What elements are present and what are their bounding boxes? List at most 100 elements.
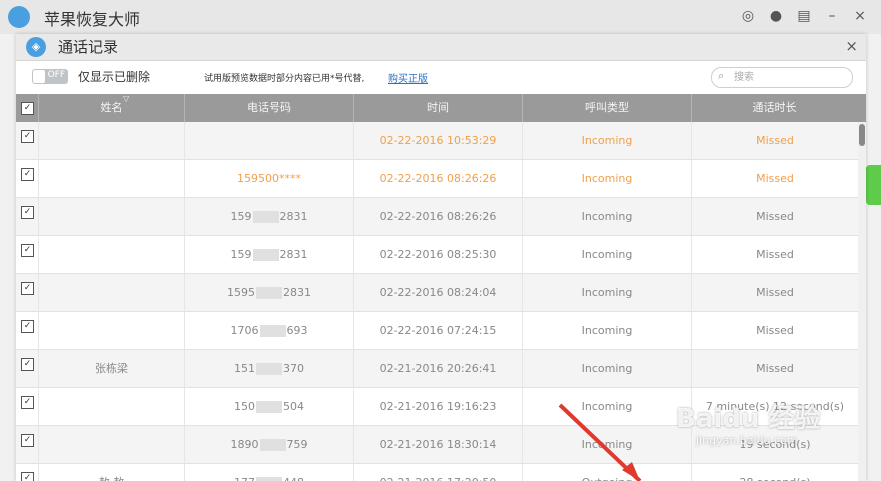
buy-full-version-link[interactable]: 购买正版 bbox=[388, 70, 428, 85]
select-all-cell: ✓ bbox=[16, 94, 39, 122]
contact-name bbox=[39, 426, 185, 464]
row-checkbox-cell: ✓ bbox=[16, 426, 39, 464]
call-time: 02-22-2016 07:24:15 bbox=[354, 312, 523, 350]
row-checkbox[interactable]: ✓ bbox=[21, 320, 34, 333]
trial-notice: 试用版预览数据时部分内容已用*号代替, bbox=[204, 74, 365, 84]
table-row[interactable]: ✓ 159 2831 02-22-2016 08:25:30 Incoming Misse… bbox=[16, 236, 858, 274]
table-row[interactable]: ✓ 02-22-2016 10:53:29 Incoming Missed bbox=[16, 122, 858, 160]
call-type: Incoming bbox=[523, 350, 692, 388]
row-checkbox-cell: ✓ bbox=[16, 274, 39, 312]
table-row[interactable]: ✓ 159500**** 02-22-2016 08:26:26 Incoming Mi… bbox=[16, 160, 858, 198]
toggle-knob bbox=[33, 70, 45, 83]
phone-number bbox=[185, 122, 354, 160]
call-time: 02-21-2016 18:30:14 bbox=[354, 426, 523, 464]
call-type: Incoming bbox=[523, 274, 692, 312]
row-checkbox-cell: ✓ bbox=[16, 198, 39, 236]
phone-prefix: 1706 bbox=[230, 324, 259, 337]
row-checkbox[interactable]: ✓ bbox=[21, 434, 34, 447]
phone-suffix: 2831 bbox=[279, 210, 308, 223]
phone-suffix: 448 bbox=[283, 476, 304, 481]
row-checkbox[interactable]: ✓ bbox=[21, 244, 34, 257]
dialog-title: 通话记录 bbox=[58, 38, 119, 56]
call-type: Outgoing bbox=[523, 464, 692, 481]
column-header-call-type[interactable]: 呼叫类型 bbox=[523, 94, 692, 122]
close-app-icon[interactable]: × bbox=[851, 8, 869, 24]
phone-suffix: 2831 bbox=[283, 286, 311, 299]
watermark-url: jingyan.baidu.com bbox=[696, 434, 798, 447]
phone-prefix: 150 bbox=[234, 400, 255, 413]
dialog-app-icon: ◈ bbox=[26, 37, 46, 57]
row-checkbox[interactable]: ✓ bbox=[21, 206, 34, 219]
call-time: 02-22-2016 08:26:26 bbox=[354, 160, 523, 198]
masked-digits bbox=[252, 249, 279, 261]
baidu-watermark: Baidu 经验 jingyan.baidu.com bbox=[676, 398, 846, 458]
phone-number: 159 2831 bbox=[185, 236, 354, 274]
phone-number: 1595 2831 bbox=[185, 274, 354, 312]
background-panel-left bbox=[0, 34, 16, 481]
window-controls: ◎ ● ▤ – × bbox=[739, 8, 869, 24]
call-type: Incoming bbox=[523, 160, 692, 198]
weibo-icon[interactable]: ◎ bbox=[739, 8, 757, 24]
phone-prefix: 177 bbox=[234, 476, 255, 481]
scrollbar-thumb[interactable] bbox=[859, 124, 865, 146]
call-type: Incoming bbox=[523, 388, 692, 426]
call-time: 02-22-2016 08:25:30 bbox=[354, 236, 523, 274]
search-icon: ⌕ bbox=[718, 69, 725, 82]
phone-suffix: 504 bbox=[283, 400, 304, 413]
table-row[interactable]: ✓ 敖 敖 177 448 02-21-2016 17:20:50Outgoing28 … bbox=[16, 464, 858, 481]
row-checkbox-cell: ✓ bbox=[16, 350, 39, 388]
contact-name bbox=[39, 312, 185, 350]
column-header-phone[interactable]: 电话号码 bbox=[185, 94, 354, 122]
chat-icon[interactable]: ● bbox=[767, 8, 785, 24]
minimize-icon[interactable]: – bbox=[823, 8, 841, 24]
call-duration: Missed bbox=[756, 134, 794, 147]
contact-name bbox=[39, 274, 185, 312]
select-all-checkbox[interactable]: ✓ bbox=[21, 102, 34, 115]
call-type: Incoming bbox=[523, 312, 692, 350]
masked-digits bbox=[259, 325, 286, 337]
table-row[interactable]: ✓ 1595 2831 02-22-2016 08:24:04 Incoming Miss… bbox=[16, 274, 858, 312]
toggle-state-label: OFF bbox=[47, 70, 65, 80]
sort-arrow-icon: ▽ bbox=[123, 94, 130, 103]
call-duration: Missed bbox=[756, 324, 794, 337]
feedback-icon[interactable]: ▤ bbox=[795, 8, 813, 24]
column-header-duration[interactable]: 通话时长 bbox=[692, 94, 857, 122]
row-checkbox[interactable]: ✓ bbox=[21, 358, 34, 371]
phone-number: 151 370 bbox=[185, 350, 354, 388]
search-box[interactable]: ⌕ bbox=[711, 67, 853, 88]
call-duration: Missed bbox=[756, 286, 794, 299]
table-header: ✓ ▽ 姓名 电话号码 时间 呼叫类型 通话时长 bbox=[16, 94, 866, 122]
phone-suffix: 759 bbox=[286, 438, 308, 451]
table-scrollbar[interactable] bbox=[858, 122, 866, 481]
only-deleted-toggle[interactable]: OFF bbox=[32, 69, 68, 84]
table-row[interactable]: ✓ 159 2831 02-22-2016 08:26:26 Incoming Misse… bbox=[16, 198, 858, 236]
phone-suffix: 2831 bbox=[279, 248, 308, 261]
phone-number: 150 504 bbox=[185, 388, 354, 426]
call-type: Incoming bbox=[523, 236, 692, 274]
call-time: 02-22-2016 08:26:26 bbox=[354, 198, 523, 236]
dialog-close-button[interactable]: × bbox=[845, 37, 858, 55]
call-time: 02-22-2016 08:24:04 bbox=[354, 274, 523, 312]
contact-name: 张栋梁 bbox=[39, 350, 185, 388]
call-duration: Missed bbox=[756, 210, 794, 223]
phone-number: 177 448 bbox=[185, 464, 354, 481]
row-checkbox[interactable]: ✓ bbox=[21, 282, 34, 295]
watermark-logo: Baidu 经验 bbox=[676, 404, 821, 434]
phone-number: 159500**** bbox=[185, 160, 354, 198]
table-row[interactable]: ✓ 张栋梁 151 370 02-21-2016 20:26:41 Incoming Mis… bbox=[16, 350, 858, 388]
masked-digits bbox=[256, 363, 282, 375]
search-input[interactable] bbox=[734, 69, 846, 85]
row-checkbox[interactable]: ✓ bbox=[21, 168, 34, 181]
row-checkbox[interactable]: ✓ bbox=[21, 472, 34, 481]
column-header-time[interactable]: 时间 bbox=[354, 94, 523, 122]
row-checkbox[interactable]: ✓ bbox=[21, 130, 34, 143]
phone-suffix: 370 bbox=[283, 362, 304, 375]
column-header-name[interactable]: ▽ 姓名 bbox=[39, 94, 185, 122]
row-checkbox-cell: ✓ bbox=[16, 312, 39, 350]
app-titlebar: 苹果恢复大师 ◎ ● ▤ – × bbox=[0, 0, 881, 35]
row-checkbox[interactable]: ✓ bbox=[21, 396, 34, 409]
masked-digits bbox=[252, 211, 279, 223]
app-title: 苹果恢复大师 bbox=[44, 10, 141, 29]
table-row[interactable]: ✓ 1706 693 02-22-2016 07:24:15 Incoming Misse… bbox=[16, 312, 858, 350]
call-duration: Missed bbox=[756, 362, 794, 375]
